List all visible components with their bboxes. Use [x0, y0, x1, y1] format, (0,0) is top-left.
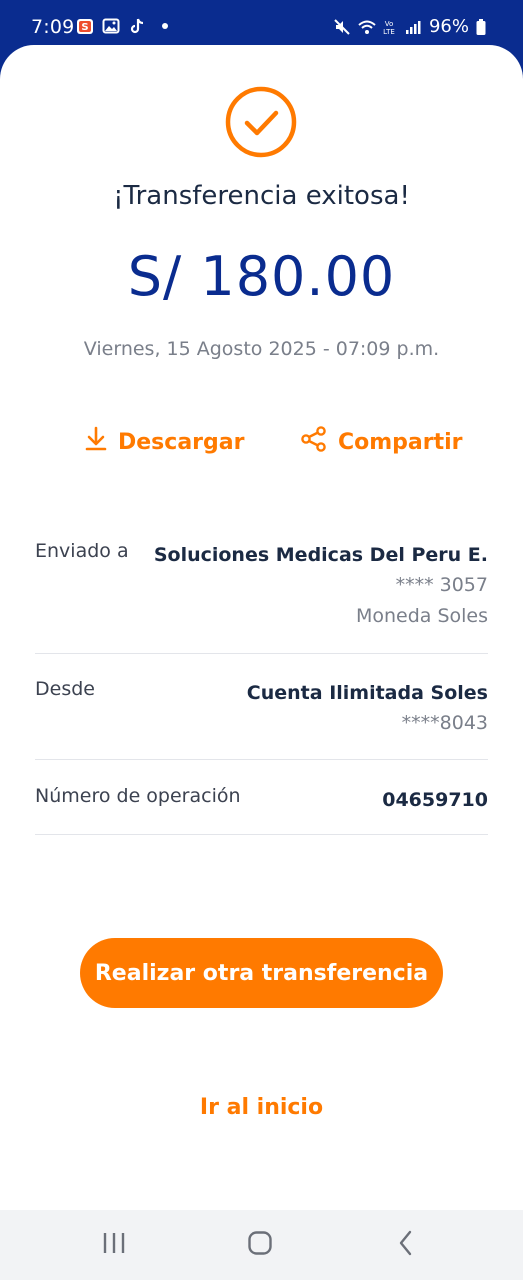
receipt-card: ¡Transferencia exitosa! S/ 180.00 Vierne… — [0, 45, 523, 1210]
wifi-icon — [357, 18, 376, 36]
home-icon — [247, 1230, 273, 1260]
share-button[interactable]: Compartir — [300, 425, 463, 459]
battery-level: 96% — [428, 16, 469, 37]
tiktok-icon — [128, 17, 146, 35]
share-icon — [300, 425, 328, 459]
source-account-number: ****8043 — [401, 712, 488, 734]
detail-row-operation: Número de operación 04659710 — [35, 785, 488, 817]
recent-apps-button[interactable] — [94, 1230, 134, 1260]
sent-to-label: Enviado a — [35, 540, 129, 562]
svg-text:Vo: Vo — [385, 20, 394, 28]
back-button[interactable] — [386, 1230, 426, 1260]
gallery-icon — [102, 17, 120, 35]
home-button[interactable] — [240, 1230, 280, 1260]
from-values: Cuenta Ilimitada Soles ****8043 — [247, 678, 488, 739]
divider — [35, 834, 488, 835]
status-notification-icons: S — [76, 17, 168, 35]
signal-icon — [405, 18, 423, 36]
back-icon — [396, 1230, 416, 1260]
mute-icon — [333, 18, 351, 36]
detail-row-sent-to: Enviado a Soluciones Medicas Del Peru E.… — [35, 540, 488, 640]
success-check-icon — [224, 85, 298, 159]
operation-number: 04659710 — [382, 789, 488, 811]
divider — [35, 759, 488, 760]
volte-icon: Vo LTE — [381, 18, 399, 36]
notification-dot — [162, 23, 168, 29]
download-button[interactable]: Descargar — [84, 425, 244, 459]
recipient-account: **** 3057 — [395, 574, 488, 596]
svg-text:LTE: LTE — [383, 28, 395, 36]
svg-text:S: S — [81, 22, 88, 33]
system-navigation-bar — [0, 1210, 523, 1280]
transfer-datetime: Viernes, 15 Agosto 2025 - 07:09 p.m. — [83, 338, 440, 360]
share-label: Compartir — [338, 429, 463, 455]
battery-icon — [475, 18, 493, 36]
download-label: Descargar — [118, 429, 245, 455]
home-link[interactable]: Ir al inicio — [0, 1095, 523, 1120]
status-system-icons: Vo LTE 96% — [333, 16, 493, 37]
from-label: Desde — [35, 678, 95, 700]
recipient-currency: Moneda Soles — [355, 605, 488, 627]
detail-row-from: Desde Cuenta Ilimitada Soles ****8043 — [35, 678, 488, 742]
divider — [35, 653, 488, 654]
sent-to-values: Soluciones Medicas Del Peru E. **** 3057… — [154, 540, 488, 632]
recipient-name: Soluciones Medicas Del Peru E. — [153, 544, 488, 566]
another-transfer-button[interactable]: Realizar otra transferencia — [80, 938, 443, 1008]
operation-label: Número de operación — [35, 785, 241, 807]
source-account-name: Cuenta Ilimitada Soles — [246, 682, 488, 704]
transfer-amount: S/ 180.00 — [127, 245, 396, 308]
download-icon — [84, 425, 108, 459]
status-time: 7:09 — [31, 16, 75, 38]
success-title: ¡Transferencia exitosa! — [113, 181, 410, 211]
recent-apps-icon — [101, 1231, 127, 1259]
shopee-icon: S — [76, 17, 94, 35]
operation-values: 04659710 — [382, 785, 488, 815]
